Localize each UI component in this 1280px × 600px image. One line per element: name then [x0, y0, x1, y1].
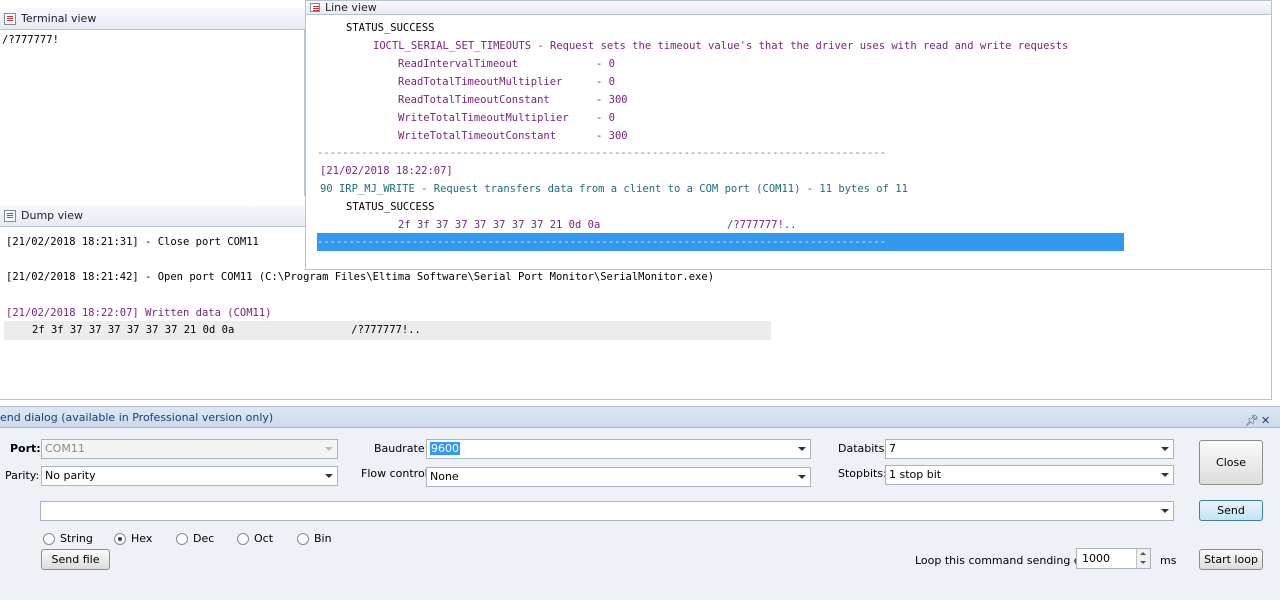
line-status-success-1[interactable]: STATUS_SUCCESS [346, 22, 435, 34]
terminal-output[interactable]: /?777777! [2, 34, 59, 46]
line-param-value: - 0 [596, 112, 615, 124]
chevron-down-icon [325, 447, 333, 451]
chevron-down-icon [325, 474, 333, 478]
line-param-value: - 0 [596, 58, 615, 70]
loop-interval-stepper[interactable]: 1000 [1076, 548, 1151, 569]
format-label: Oct [254, 532, 274, 545]
format-radio-dec[interactable]: Dec [176, 532, 214, 545]
pin-icon[interactable]: 📌︎ [1245, 410, 1259, 431]
databits-value: 7 [889, 442, 896, 455]
line-param-value: - 0 [596, 76, 615, 88]
chevron-down-icon [798, 475, 806, 479]
dump-line-open[interactable]: [21/02/2018 18:21:42] - Open port COM11 … [6, 271, 714, 283]
line-view-header[interactable]: Line view [306, 1, 1271, 15]
databits-select[interactable]: 7 [885, 439, 1174, 459]
line-view-panel: Line view STATUS_SUCCESS IOCTL_SERIAL_SE… [305, 0, 1272, 270]
line-irp-write[interactable]: 90 IRP_MJ_WRITE - Request transfers data… [320, 183, 908, 195]
command-input[interactable] [40, 501, 1174, 521]
line-ioctl[interactable]: IOCTL_SERIAL_SET_TIMEOUTS - Request sets… [373, 40, 1068, 52]
stopbits-select[interactable]: 1 stop bit [885, 465, 1174, 485]
line-status-success-2[interactable]: STATUS_SUCCESS [346, 201, 435, 213]
baudrate-select[interactable]: 9600 [426, 439, 811, 459]
baudrate-label: Baudrate: [374, 442, 429, 455]
baudrate-value: 9600 [430, 442, 460, 455]
line-hex-bytes[interactable]: 2f 3f 37 37 37 37 37 37 21 0d 0a [398, 219, 600, 231]
flow-control-value: None [430, 470, 459, 483]
port-select: COM11 [41, 439, 338, 459]
line-timestamp[interactable]: [21/02/2018 18:22:07] [320, 165, 453, 177]
chevron-down-icon [1161, 473, 1169, 477]
dump-view-icon [4, 209, 16, 222]
dump-view-title: Dump view [21, 209, 83, 222]
parity-select[interactable]: No parity [41, 466, 338, 486]
parity-label: Parity: [5, 469, 40, 482]
format-radio-hex[interactable]: Hex [114, 532, 152, 545]
format-label: String [60, 532, 93, 545]
line-param-name: WriteTotalTimeoutConstant [398, 130, 557, 142]
radio-icon [176, 532, 188, 545]
radio-icon [237, 532, 249, 545]
loop-interval-value: 1000 [1082, 552, 1110, 565]
format-label: Hex [131, 532, 153, 545]
close-button[interactable]: Close [1199, 440, 1263, 485]
terminal-view-panel: Terminal view /?777777! [0, 8, 305, 196]
send-button[interactable]: Send [1199, 500, 1263, 521]
line-hex-ascii: /?777777!.. [727, 219, 797, 231]
format-radio-bin[interactable]: Bin [297, 532, 332, 545]
databits-label: Databits: [838, 442, 889, 455]
loop-unit-label: ms [1160, 554, 1177, 567]
chevron-down-icon [1161, 447, 1169, 451]
flow-control-select[interactable]: None [426, 467, 811, 487]
terminal-view-header[interactable]: Terminal view [0, 8, 305, 30]
dump-hex-ascii: /?777777!.. [351, 324, 421, 336]
radio-icon [43, 532, 55, 545]
flow-control-label: Flow control: [361, 467, 432, 480]
line-param-name: ReadTotalTimeoutConstant [398, 94, 550, 106]
send-dialog-title-bar: end dialog (available in Professional ve… [0, 407, 1280, 428]
terminal-view-icon [4, 12, 16, 25]
dump-line-written[interactable]: [21/02/2018 18:22:07] Written data (COM1… [6, 307, 272, 319]
parity-value: No parity [45, 469, 96, 482]
line-param-name: ReadIntervalTimeout [398, 58, 519, 70]
line-param-value: - 300 [596, 130, 628, 142]
format-radio-oct[interactable]: Oct [237, 532, 273, 545]
dump-hex-bytes: 2f 3f 37 37 37 37 37 37 21 0d 0a [32, 324, 235, 336]
send-file-button[interactable]: Send file [41, 549, 110, 570]
dump-view-header[interactable]: Dump view [0, 205, 305, 227]
format-label: Bin [314, 532, 332, 545]
close-icon[interactable]: ✕ [1261, 410, 1270, 431]
chevron-down-icon [798, 447, 806, 451]
start-loop-button[interactable]: Start loop [1199, 549, 1263, 570]
chevron-down-icon [1161, 509, 1169, 513]
dump-line-close[interactable]: [21/02/2018 18:21:31] - Close port COM11 [6, 236, 259, 248]
terminal-view-title: Terminal view [21, 12, 97, 25]
line-param-value: - 300 [596, 94, 628, 106]
line-param-name: WriteTotalTimeoutMultiplier [398, 112, 569, 124]
dump-hex-row[interactable]: 2f 3f 37 37 37 37 37 37 21 0d 0a /?777777… [4, 321, 771, 340]
stopbits-value: 1 stop bit [889, 468, 942, 481]
line-view-icon [310, 3, 320, 12]
line-param-name: ReadTotalTimeoutMultiplier [398, 76, 563, 88]
send-dialog-title: end dialog (available in Professional ve… [0, 411, 274, 424]
port-value: COM11 [45, 442, 85, 455]
spin-down-icon[interactable] [1136, 558, 1150, 568]
line-separator: ----------------------------------------… [317, 147, 886, 159]
radio-icon [297, 532, 309, 545]
format-label: Dec [193, 532, 215, 545]
stopbits-label: Stopbits: [838, 467, 887, 480]
line-view-title: Line view [325, 1, 377, 14]
radio-selected-icon [114, 532, 126, 545]
selected-separator-row[interactable]: ----------------------------------------… [317, 233, 1124, 251]
format-radio-string[interactable]: String [43, 532, 93, 545]
port-label: Port: [10, 442, 41, 455]
